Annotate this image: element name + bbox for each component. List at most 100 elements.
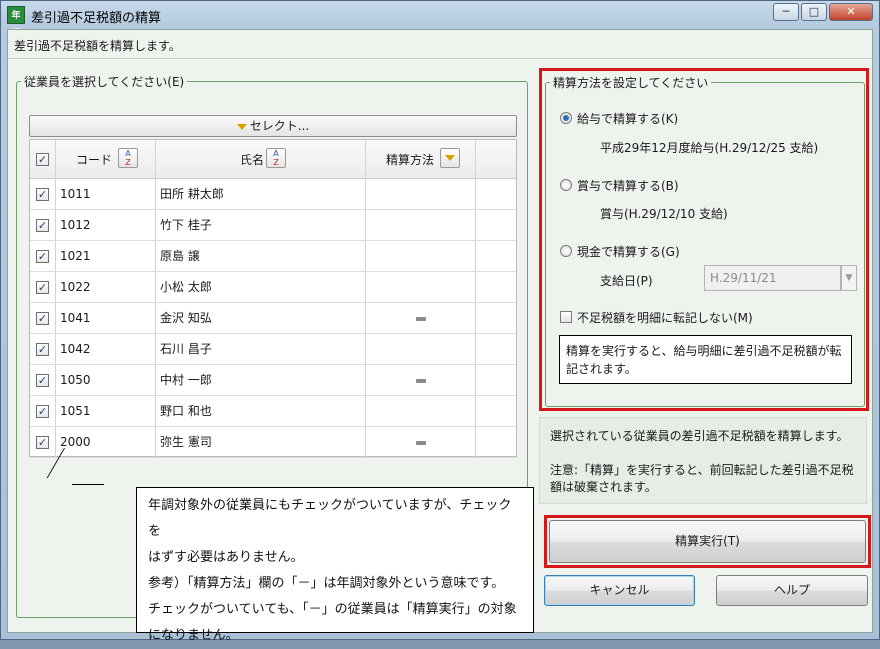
sort-name-icon[interactable]: AZ (266, 148, 286, 168)
method-info-box: 精算を実行すると、給与明細に差引過不足税額が転記されます。 (559, 335, 852, 384)
employee-name: 弥生 憲司 (160, 435, 212, 449)
header-name-label: 氏名 (240, 153, 265, 167)
chevron-down-icon[interactable]: ▼ (841, 265, 857, 291)
select-button-label: セレクト... (249, 119, 310, 133)
row-check-cell: ✓ (30, 303, 56, 334)
window-title: 差引過不足税額の精算 (31, 11, 162, 26)
app-icon: 年調 (7, 6, 25, 39)
table-row[interactable]: ✓ 1011 田所 耕太郎 (30, 179, 516, 210)
method-cell (366, 365, 476, 396)
employee-grid: ✓ コード AZ 氏名 AZ 精算方法 ✓ 1011 田所 耕太郎 ✓ 1012… (29, 139, 517, 458)
row-check-cell: ✓ (30, 179, 56, 210)
message-line: 注意:「精算」を実行すると、前回転記した差引過不足税額は破棄されます。 (550, 463, 854, 494)
not-applicable-dash-icon (416, 316, 426, 321)
method-cell (366, 210, 476, 241)
employee-name: 野口 和也 (160, 404, 212, 418)
table-row[interactable]: ✓ 1021 原島 譲 (30, 241, 516, 272)
header-method-cell: 精算方法 (366, 140, 476, 179)
close-button[interactable]: ✕ (829, 3, 873, 21)
employee-code: 1012 (60, 218, 91, 232)
row-checkbox[interactable]: ✓ (36, 405, 49, 418)
dialog-description: 差引過不足税額を精算します。 (14, 39, 181, 53)
salary-option-label[interactable]: 給与で精算する(K) (577, 110, 678, 127)
no-transfer-label[interactable]: 不足税額を明細に転記しない(M) (577, 309, 753, 326)
employee-name: 小松 太郎 (160, 280, 212, 294)
row-checkbox[interactable]: ✓ (36, 312, 49, 325)
bonus-option-label[interactable]: 賞与で精算する(B) (577, 177, 679, 194)
note-line: になりません。 (148, 628, 239, 643)
table-row[interactable]: ✓ 1042 石川 昌子 (30, 334, 516, 365)
select-button[interactable]: セレクト... (29, 115, 517, 137)
not-applicable-dash-icon (416, 440, 426, 445)
header-name-cell: 氏名 AZ (156, 140, 366, 179)
help-button[interactable]: ヘルプ (716, 575, 868, 606)
select-all-checkbox[interactable]: ✓ (36, 153, 49, 166)
row-check-cell: ✓ (30, 210, 56, 241)
row-checkbox[interactable]: ✓ (36, 219, 49, 232)
minimize-button[interactable]: ─ (773, 3, 799, 21)
table-row[interactable]: ✓ 1050 中村 一郎 (30, 365, 516, 396)
cash-radio[interactable] (560, 245, 572, 257)
row-check-cell: ✓ (30, 241, 56, 272)
no-transfer-checkbox[interactable] (560, 311, 572, 323)
table-row[interactable]: ✓ 1051 野口 和也 (30, 396, 516, 427)
sort-code-icon[interactable]: AZ (118, 148, 138, 168)
row-checkbox[interactable]: ✓ (36, 188, 49, 201)
method-cell (366, 179, 476, 210)
note-line: はずす必要はありません。 (148, 550, 304, 565)
method-cell (366, 427, 476, 458)
employee-code: 1041 (60, 311, 91, 325)
select-triangle-icon (236, 123, 247, 130)
row-checkbox[interactable]: ✓ (36, 374, 49, 387)
table-row[interactable]: ✓ 1012 竹下 桂子 (30, 210, 516, 241)
row-checkbox[interactable]: ✓ (36, 436, 49, 449)
employee-code: 1051 (60, 404, 91, 418)
employee-code: 2000 (60, 435, 91, 449)
grid-header: ✓ コード AZ 氏名 AZ 精算方法 (30, 140, 516, 179)
method-filter-icon[interactable] (440, 148, 460, 168)
employee-group-legend: 従業員を選択してください(E) (24, 75, 185, 89)
method-cell (366, 303, 476, 334)
row-check-cell: ✓ (30, 334, 56, 365)
cancel-button[interactable]: キャンセル (544, 575, 695, 606)
employee-name: 金沢 知弘 (160, 311, 212, 325)
employee-code: 1042 (60, 342, 91, 356)
salary-detail: 平成29年12月度給与(H.29/12/25 支給) (600, 141, 819, 155)
employee-code: 1011 (60, 187, 91, 201)
table-row[interactable]: ✓ 1022 小松 太郎 (30, 272, 516, 303)
employee-name: 中村 一郎 (160, 373, 212, 387)
row-check-cell: ✓ (30, 396, 56, 427)
maximize-button[interactable]: □ (801, 3, 827, 21)
table-row[interactable]: ✓ 1041 金沢 知弘 (30, 303, 516, 334)
bonus-radio[interactable] (560, 179, 572, 191)
row-check-cell: ✓ (30, 272, 56, 303)
bonus-detail: 賞与(H.29/12/10 支給) (600, 207, 728, 221)
table-row[interactable]: ✓ 2000 弥生 憲司 (30, 427, 516, 458)
salary-radio[interactable] (560, 112, 572, 124)
row-checkbox[interactable]: ✓ (36, 250, 49, 263)
employee-name: 原島 譲 (160, 249, 200, 263)
row-checkbox[interactable]: ✓ (36, 343, 49, 356)
method-cell (366, 241, 476, 272)
cash-option-label[interactable]: 現金で精算する(G) (577, 243, 680, 260)
employee-code: 1022 (60, 280, 91, 294)
row-check-cell: ✓ (30, 365, 56, 396)
method-cell (366, 396, 476, 427)
row-checkbox[interactable]: ✓ (36, 281, 49, 294)
note-line: 年調対象外の従業員にもチェックがついていますが、チェックを (148, 498, 512, 539)
payment-date-input[interactable]: H.29/11/21 (704, 265, 841, 291)
message-line: 選択されている従業員の差引過不足税額を精算します。 (550, 429, 849, 443)
header-check-cell: ✓ (30, 140, 56, 179)
execute-button[interactable]: 精算実行(T) (549, 520, 866, 563)
employee-name: 石川 昌子 (160, 342, 212, 356)
employee-name: 竹下 桂子 (160, 218, 212, 232)
employee-code: 1050 (60, 373, 91, 387)
header-code-label: コード (76, 153, 113, 167)
note-callout: 年調対象外の従業員にもチェックがついていますが、チェックを はずす必要はありませ… (136, 487, 534, 643)
method-cell (366, 272, 476, 303)
method-cell (366, 334, 476, 365)
message-panel: 選択されている従業員の差引過不足税額を精算します。 注意:「精算」を実行すると、… (539, 417, 867, 504)
callout-pointer (72, 484, 104, 485)
dialog-window: 年調 差引過不足税額の精算 ─ □ ✕ 差引過不足税額を精算します。 従業員を選… (0, 0, 880, 643)
